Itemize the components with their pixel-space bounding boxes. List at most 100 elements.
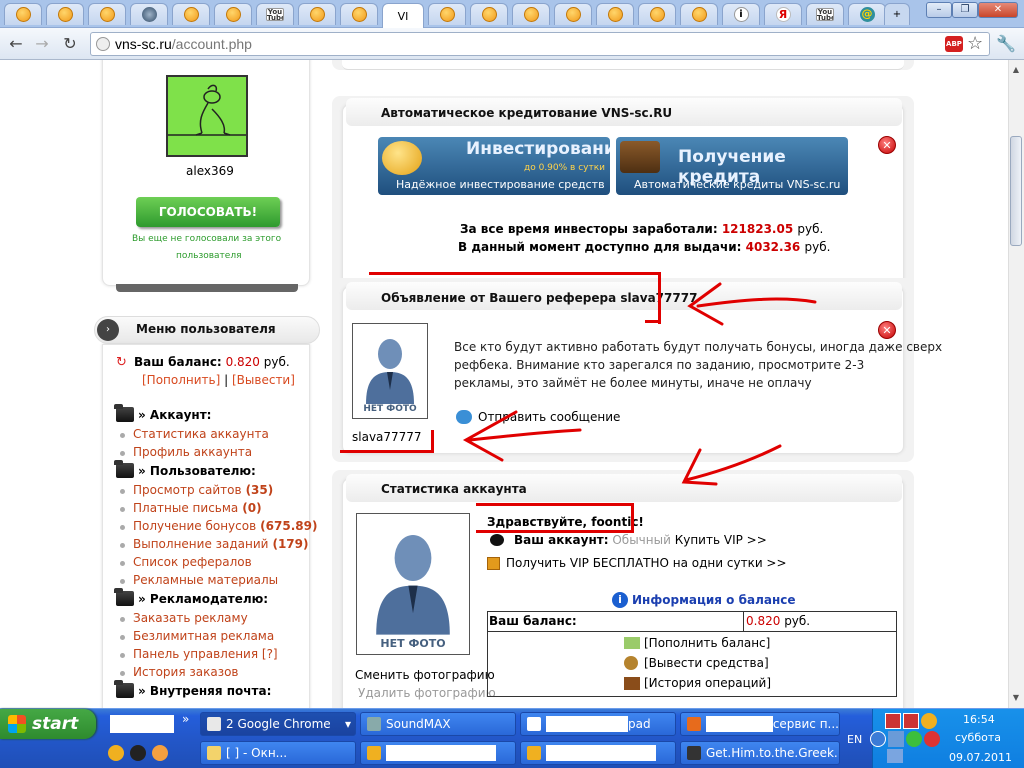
taskbar-button[interactable]: [ ] - Окн... (200, 741, 356, 765)
browser-tab[interactable] (512, 3, 550, 25)
sidebar-menu-item[interactable]: Просмотр сайтов (35) (120, 483, 273, 497)
history-link[interactable]: [История операций] (624, 676, 771, 690)
sidebar-menu-item[interactable]: Выполнение заданий (179) (120, 537, 309, 551)
clock-icon[interactable] (152, 745, 168, 761)
browser-tab[interactable] (470, 3, 508, 25)
scrollbar-thumb[interactable] (1010, 136, 1022, 246)
alert-icon[interactable] (130, 745, 146, 761)
app-icon[interactable] (108, 745, 124, 761)
firefox-tray-icon[interactable] (903, 713, 919, 729)
vote-button[interactable]: ГОЛОСОВАТЬ! (136, 197, 280, 227)
sidebar-menu-item[interactable]: Заказать рекламу (120, 611, 248, 625)
menu-item-label: Получение бонусов (133, 519, 257, 533)
scroll-up-icon[interactable]: ▲ (1010, 64, 1022, 76)
sidebar-menu-item[interactable]: Безлимитная реклама (120, 629, 274, 643)
credit-banner[interactable]: Получение кредита Автоматические кредиты… (616, 137, 848, 195)
free-vip-line[interactable]: Получить VIP БЕСПЛАТНО на одни сутки >> (487, 556, 787, 570)
tray-back-icon[interactable] (870, 731, 887, 747)
browser-tab[interactable] (130, 3, 168, 25)
withdraw-link[interactable]: [Вывести] (232, 373, 295, 387)
scroll-down-icon[interactable]: ▼ (1010, 692, 1022, 704)
change-photo-link[interactable]: Сменить фотографию (355, 668, 495, 682)
quicklaunch-chevron[interactable]: » (182, 712, 189, 726)
withdraw-funds-link[interactable]: [Вывести средства] (624, 656, 769, 670)
sidebar-menu-item[interactable]: Платные письма (0) (120, 501, 262, 515)
taskbar-button[interactable]: сервис п... (680, 712, 840, 736)
sidebar-menu-item[interactable]: История заказов (120, 665, 239, 679)
browser-tab[interactable]: i (722, 3, 760, 25)
browser-tab[interactable]: @ (848, 3, 886, 25)
browser-tab[interactable] (46, 3, 84, 25)
browser-tab[interactable] (680, 3, 718, 25)
messenger-tray-icon[interactable] (921, 713, 937, 729)
language-indicator[interactable]: EN (847, 733, 862, 746)
topup-link[interactable]: [Пополнить] (142, 373, 220, 387)
folder-icon (114, 680, 134, 698)
reload-icon: ↻ (63, 34, 77, 53)
wrench-icon[interactable]: 🔧 (996, 34, 1016, 53)
start-button[interactable]: start (0, 709, 96, 739)
reload-button[interactable]: ↻ (60, 34, 80, 54)
delete-photo-link[interactable]: Удалить фотографию (358, 686, 496, 700)
bookmark-star-icon[interactable]: ☆ (967, 33, 983, 54)
browser-tab[interactable] (428, 3, 466, 25)
sound-tray-icon[interactable] (887, 749, 903, 763)
invest-title: Инвестирование (466, 139, 610, 159)
browser-tab[interactable] (298, 3, 336, 25)
sidebar-menu-item[interactable]: Список рефералов (120, 555, 252, 569)
forward-button[interactable]: → (32, 34, 52, 54)
user-avatar[interactable] (166, 75, 248, 157)
sidebar-menu-item[interactable]: Профиль аккаунта (120, 445, 252, 459)
refresh-balance-icon[interactable]: ↻ (116, 355, 127, 370)
clock-time[interactable]: 16:54 (963, 713, 995, 726)
browser-tab[interactable] (4, 3, 42, 25)
close-referrer-icon[interactable]: ✕ (878, 321, 896, 339)
topup-balance-link[interactable]: [Пополнить баланс] (624, 636, 770, 650)
adblock-icon[interactable]: ABP (945, 36, 963, 52)
browser-tab[interactable] (88, 3, 126, 25)
browser-tab[interactable]: Я (764, 3, 802, 25)
close-credit-icon[interactable]: ✕ (878, 136, 896, 154)
invest-banner[interactable]: Инвестирование до 0.90% в сутки Надёжное… (378, 137, 610, 195)
history-label: [История операций] (644, 676, 772, 690)
referrer-avatar[interactable]: НЕТ ФОТО (352, 323, 428, 419)
close-window-button[interactable]: ✕ (978, 2, 1018, 18)
yandex-icon: Я (775, 7, 791, 22)
browser-tab[interactable] (554, 3, 592, 25)
taskbar-button[interactable] (360, 741, 516, 765)
browser-tab[interactable] (638, 3, 676, 25)
minimize-button[interactable]: – (926, 2, 952, 18)
buy-vip-link[interactable]: Купить VIP >> (675, 533, 767, 547)
shield-tray-icon[interactable] (906, 731, 923, 747)
group-dropdown-icon[interactable]: ▾ (345, 717, 351, 731)
taskbar-button[interactable]: pad (520, 712, 676, 736)
address-bar[interactable]: vns-sc.ru/account.php ABP ☆ (90, 32, 990, 56)
antivirus-tray-icon[interactable] (924, 731, 941, 747)
sidebar-menu-item[interactable]: Получение бонусов (675.89) (120, 519, 317, 533)
user-photo[interactable]: НЕТ ФОТО (356, 513, 470, 655)
taskbar-button[interactable]: SoundMAX (360, 712, 516, 736)
sidebar-menu-item[interactable]: Панель управления [?] (120, 647, 278, 661)
browser-tab[interactable] (340, 3, 378, 25)
clock-day: суббота (955, 731, 1002, 744)
firefox-tray-icon[interactable] (885, 713, 901, 729)
chevron-right-icon[interactable]: › (97, 319, 119, 341)
sidebar-menu-item[interactable]: Статистика аккаунта (120, 427, 269, 441)
browser-tab[interactable]: VI (382, 3, 424, 28)
taskbar-button[interactable] (520, 741, 676, 765)
new-tab-button[interactable]: + (884, 3, 910, 25)
browser-tab[interactable] (172, 3, 210, 25)
taskbar-button[interactable]: 2 Google Chrome ▾ (200, 712, 356, 736)
browser-tab[interactable] (596, 3, 634, 25)
browser-tab[interactable] (214, 3, 252, 25)
restore-button[interactable]: ❐ (952, 2, 978, 18)
url-text[interactable]: vns-sc.ru/account.php (115, 36, 252, 52)
back-button[interactable]: ← (6, 34, 26, 54)
taskbar-button[interactable]: Get.Him.to.the.Greek... (680, 741, 840, 765)
network-tray-icon[interactable] (888, 731, 905, 747)
sidebar-balance: Ваш баланс: 0.820 руб. (134, 355, 290, 369)
browser-tab[interactable]: You Tube (806, 3, 844, 25)
browser-tab[interactable]: You Tube (256, 3, 294, 25)
sidebar-menu-item[interactable]: Рекламные материалы (120, 573, 278, 587)
referrer-username[interactable]: slava77777 (352, 430, 422, 444)
